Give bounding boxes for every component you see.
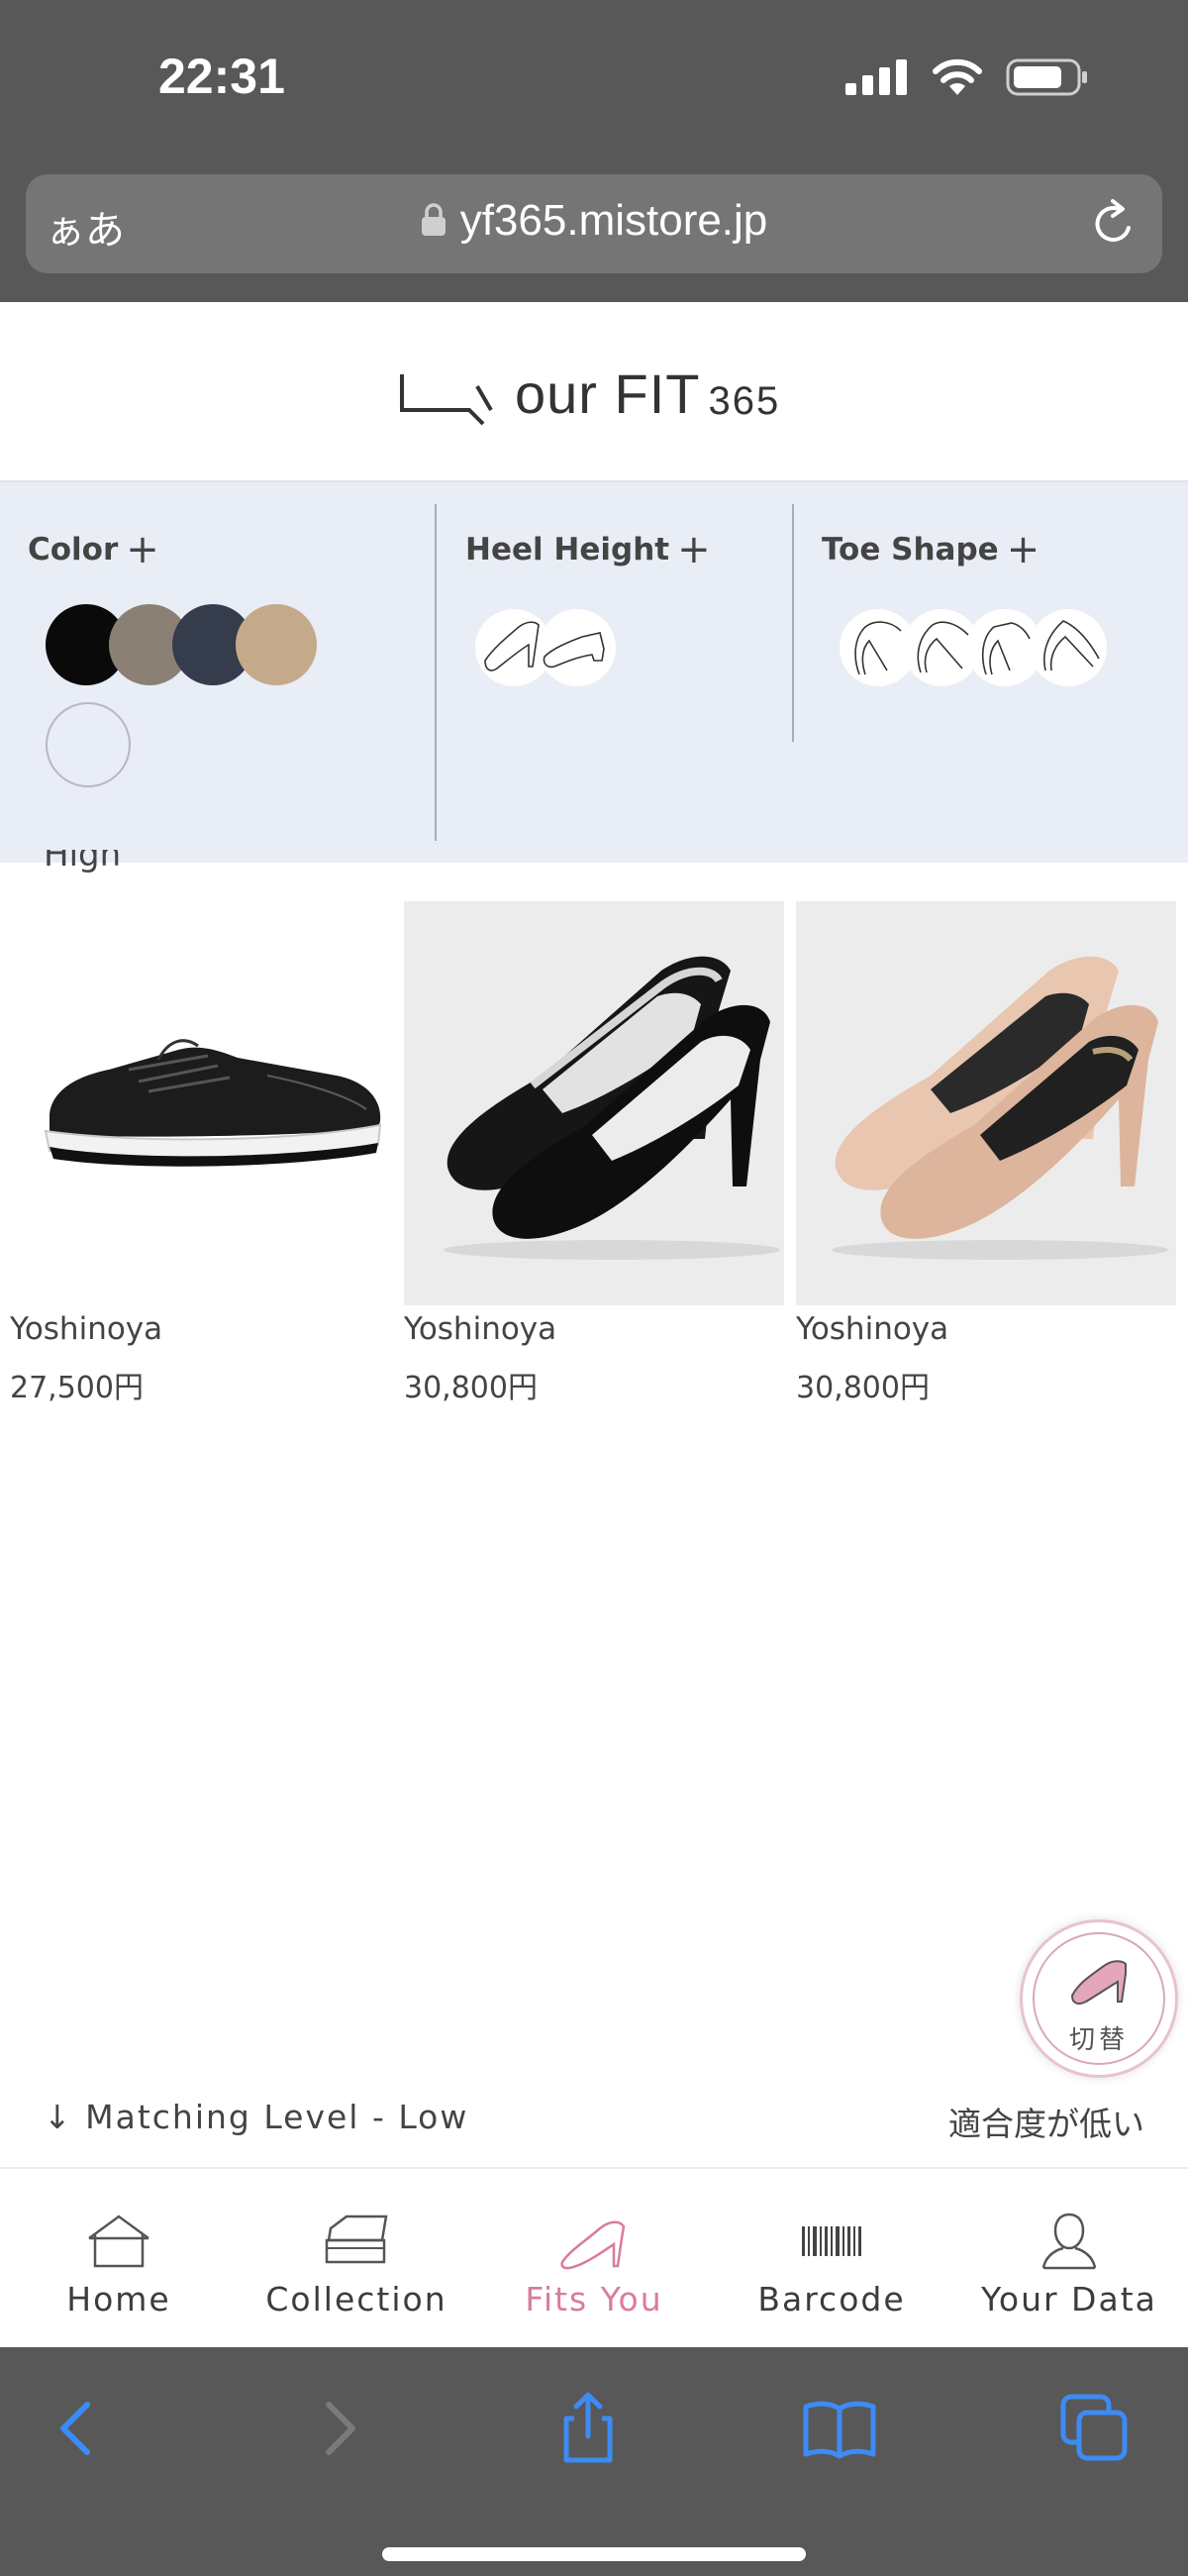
reload-icon[interactable] <box>1089 198 1138 250</box>
matching-level-bar: ↓ Matching Level - Low 適合度が低い <box>0 2080 1188 2169</box>
status-time: 22:31 <box>158 49 285 104</box>
matching-level-label: ↓ Matching Level - Low <box>44 2098 469 2136</box>
product-image[interactable] <box>10 901 390 1305</box>
home-indicator[interactable] <box>382 2547 806 2561</box>
wifi-icon <box>933 58 982 95</box>
section-label-partial: High <box>44 850 122 874</box>
collection-icon <box>325 2215 388 2264</box>
product-brand: Yoshinoya <box>404 1311 557 1347</box>
tabs-icon[interactable] <box>1055 2389 1135 2468</box>
barcode-icon <box>802 2226 861 2256</box>
plus-icon: + <box>1006 527 1040 572</box>
nav-label: Your Data <box>981 2280 1157 2318</box>
color-swatch-other[interactable] <box>46 702 131 787</box>
product-card[interactable]: Yoshinoya 27,500円 <box>10 901 390 1406</box>
browser-bottom-toolbar <box>0 2347 1188 2576</box>
black-pump-image <box>444 956 780 1260</box>
color-filter-title[interactable]: Color + <box>28 527 159 572</box>
arrow-down-icon: ↓ <box>44 2098 73 2136</box>
plus-icon: + <box>126 527 159 572</box>
toe-shape-filter-title[interactable]: Toe Shape + <box>822 527 1040 572</box>
nav-label: Barcode <box>757 2280 906 2318</box>
low-heel-icon <box>543 632 605 669</box>
status-icons <box>845 57 1089 97</box>
color-swatch-beige[interactable] <box>236 604 317 685</box>
switch-button-label: 切替 <box>1068 2025 1129 2055</box>
url-display[interactable]: yf365.mistore.jp <box>26 196 1162 246</box>
lock-icon <box>421 203 446 236</box>
product-brand: Yoshinoya <box>796 1311 949 1347</box>
nav-item-collection[interactable]: Collection <box>238 2169 475 2347</box>
battery-icon <box>1006 58 1087 96</box>
nav-item-barcode[interactable]: Barcode <box>713 2169 950 2347</box>
filter-divider <box>435 504 437 841</box>
browser-top-chrome: 22:31 ぁあ yf365.mistore.jp <box>0 0 1188 302</box>
switch-view-button[interactable]: 切替 <box>1020 1919 1178 2078</box>
product-price: 27,500円 <box>10 1371 144 1405</box>
nav-label: Home <box>66 2280 171 2318</box>
pink-heel-icon <box>1070 1960 1127 2005</box>
nav-item-home[interactable]: Home <box>0 2169 238 2347</box>
product-brand: Yoshinoya <box>10 1311 163 1347</box>
logo-mark-icon <box>400 374 493 426</box>
cellular-signal-icon <box>845 59 907 95</box>
product-price: 30,800円 <box>796 1371 930 1405</box>
plus-icon: + <box>677 527 711 572</box>
product-image[interactable] <box>404 901 784 1305</box>
nav-item-fits-you[interactable]: Fits You <box>475 2169 713 2347</box>
share-icon[interactable] <box>548 2389 628 2468</box>
heel-low-option[interactable] <box>539 609 616 686</box>
filter-panel: Color + Heel Height + Toe Shape + <box>0 482 1188 863</box>
bottom-navigation: Home Collection Fits You Barcode Your Da… <box>0 2169 1188 2347</box>
toe-shape-filter: Toe Shape + <box>794 482 1188 863</box>
heel-icon <box>560 2220 626 2270</box>
nav-label: Collection <box>265 2280 447 2318</box>
product-image[interactable] <box>796 901 1176 1305</box>
home-icon <box>88 2215 149 2268</box>
product-card[interactable]: Yoshinoya 30,800円 <box>796 901 1176 1406</box>
address-bar[interactable]: ぁあ yf365.mistore.jp <box>26 174 1162 273</box>
product-price: 30,800円 <box>404 1371 538 1405</box>
black-sneaker-image <box>44 1039 382 1167</box>
pointed-toe-icon <box>1043 620 1100 671</box>
logo-number: 365 <box>708 379 781 423</box>
forward-icon[interactable] <box>297 2389 376 2468</box>
back-icon[interactable] <box>40 2389 119 2468</box>
yourfit-logo[interactable]: our FIT 365 <box>396 361 780 426</box>
user-icon <box>1041 2213 1097 2270</box>
matching-level-label-ja: 適合度が低い <box>948 2105 1144 2143</box>
heel-height-filter-title[interactable]: Heel Height + <box>465 527 711 572</box>
toe-pointed-option[interactable] <box>1030 609 1107 686</box>
color-filter: Color + <box>0 482 436 863</box>
beige-pump-image <box>832 956 1168 1260</box>
nav-item-your-data[interactable]: Your Data <box>950 2169 1188 2347</box>
logo-text: our FIT <box>515 362 701 425</box>
site-header: our FIT 365 <box>0 302 1188 482</box>
product-card[interactable]: Yoshinoya 30,800円 <box>404 901 784 1406</box>
url-text: yf365.mistore.jp <box>459 196 768 245</box>
nav-label: Fits You <box>525 2280 663 2318</box>
heel-height-filter: Heel Height + <box>438 482 792 863</box>
bookmarks-icon[interactable] <box>800 2389 879 2468</box>
